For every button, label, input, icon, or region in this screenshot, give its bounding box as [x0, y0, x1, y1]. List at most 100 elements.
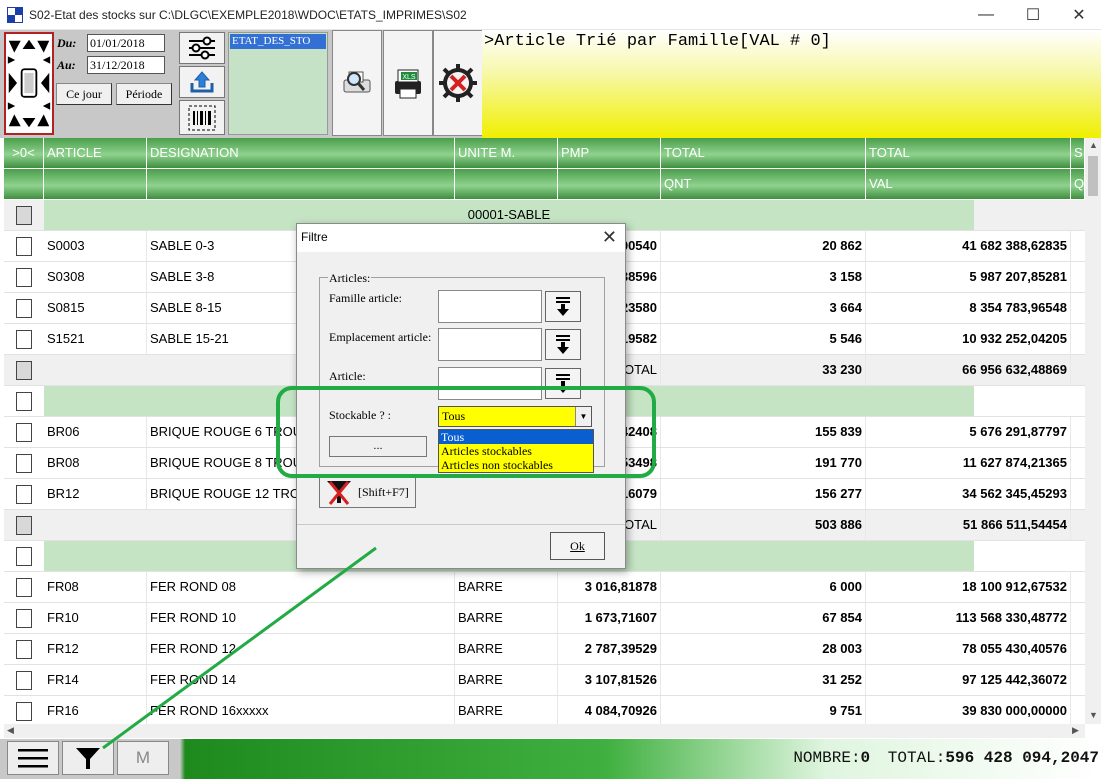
stockable-option[interactable]: Articles non stockables: [439, 458, 593, 472]
article-picker-button[interactable]: [545, 368, 581, 399]
title-bar: S02-Etat des stocks sur C:\DLGC\EXEMPLE2…: [0, 0, 1101, 30]
scroll-down-icon[interactable]: ▼: [1089, 710, 1098, 720]
hamburger-menu-icon: [18, 749, 48, 768]
clear-filter-button[interactable]: [Shift+F7]: [319, 476, 416, 508]
print-preview-button[interactable]: [332, 30, 382, 136]
cell-pmp: 4 084,70926: [558, 696, 661, 724]
header-s[interactable]: S: [1071, 138, 1085, 168]
close-window-button[interactable]: ✕: [1056, 0, 1101, 30]
vertical-scroll-thumb[interactable]: [1088, 156, 1098, 196]
report-list-selected-item[interactable]: ETAT_DES_STO: [230, 34, 326, 49]
date-range: Du: 01/01/2018 Au: 31/12/2018 Ce jour Pé…: [55, 32, 175, 135]
row-checkbox[interactable]: [16, 330, 32, 349]
row-checkbox[interactable]: [16, 423, 32, 442]
famille-label: Famille article:: [329, 291, 402, 305]
navigation-arrows-icon: [7, 39, 51, 128]
table-row[interactable]: FR14 FER ROND 14 BARRE 3 107,81526 31 25…: [4, 665, 1085, 696]
print-preview-icon: [343, 71, 371, 93]
stockable-select[interactable]: Tous ▼: [438, 406, 592, 427]
article-input[interactable]: [438, 367, 542, 400]
header-designation[interactable]: DESIGNATION: [147, 138, 455, 168]
horizontal-scrollbar[interactable]: ◀ ▶: [4, 724, 1085, 738]
dialog-close-icon[interactable]: ✕: [602, 227, 617, 248]
report-list[interactable]: ETAT_DES_STO: [228, 32, 328, 135]
cell-qnt: 191 770: [661, 448, 866, 478]
today-button[interactable]: Ce jour: [56, 83, 112, 105]
row-checkbox[interactable]: [16, 578, 32, 597]
cell-designation: FER ROND 16xxxxx: [147, 696, 455, 724]
cell-article: S1521: [44, 324, 147, 354]
header-pmp[interactable]: PMP: [558, 138, 661, 168]
au-label: Au:: [57, 58, 76, 72]
famille-picker-button[interactable]: [545, 291, 581, 322]
row-checkbox[interactable]: [16, 361, 32, 380]
cell-article: S0308: [44, 262, 147, 292]
row-checkbox[interactable]: [16, 268, 32, 287]
au-date-input[interactable]: 31/12/2018: [87, 56, 165, 74]
famille-input[interactable]: [438, 290, 542, 323]
ok-button[interactable]: Ok: [550, 532, 605, 560]
row-checkbox[interactable]: [16, 702, 32, 721]
header-unite[interactable]: UNITE M.: [455, 138, 558, 168]
period-button[interactable]: Période: [116, 83, 172, 105]
table-row[interactable]: FR10 FER ROND 10 BARRE 1 673,71607 67 85…: [4, 603, 1085, 634]
table-row[interactable]: FR12 FER ROND 12 BARRE 2 787,39529 28 00…: [4, 634, 1085, 665]
cell-qnt: 67 854: [661, 603, 866, 633]
cell-article: BR08: [44, 448, 147, 478]
emplacement-picker-button[interactable]: [545, 329, 581, 360]
stockable-option[interactable]: Articles stockables: [439, 444, 593, 458]
subheader-cell: [558, 169, 661, 199]
navigation-pad[interactable]: [4, 32, 54, 135]
stockable-option[interactable]: Tous: [439, 430, 593, 444]
header-total-qnt[interactable]: TOTAL: [661, 138, 866, 168]
cell-article: FR16: [44, 696, 147, 724]
header-total-val[interactable]: TOTAL: [866, 138, 1071, 168]
du-date-input[interactable]: 01/01/2018: [87, 34, 165, 52]
cell-val: 5 676 291,87797: [866, 417, 1071, 447]
list-down-arrow-icon: [556, 334, 570, 354]
vertical-scrollbar[interactable]: ▲ ▼: [1085, 138, 1101, 724]
list-down-arrow-icon: [556, 373, 570, 393]
filter-button[interactable]: [62, 741, 114, 775]
table-row[interactable]: FR16 FER ROND 16xxxxx BARRE 4 084,70926 …: [4, 696, 1085, 724]
row-checkbox[interactable]: [16, 299, 32, 318]
dialog-separator: [297, 524, 625, 525]
scroll-right-icon[interactable]: ▶: [1072, 725, 1079, 736]
header-select-all[interactable]: >0<: [4, 138, 44, 168]
scroll-up-icon[interactable]: ▲: [1089, 140, 1098, 150]
settings-sliders-button[interactable]: [179, 32, 225, 64]
more-options-button[interactable]: ...: [329, 436, 427, 457]
scroll-left-icon[interactable]: ◀: [7, 725, 14, 736]
nombre-value: 0: [860, 749, 871, 767]
row-checkbox[interactable]: [16, 609, 32, 628]
header-article[interactable]: ARTICLE: [44, 138, 147, 168]
chevron-down-icon[interactable]: ▼: [575, 407, 591, 426]
row-checkbox[interactable]: [16, 671, 32, 690]
cell-article: S0003: [44, 231, 147, 261]
row-checkbox[interactable]: [16, 640, 32, 659]
cell-pmp: 1 673,71607: [558, 603, 661, 633]
row-checkbox[interactable]: [16, 547, 32, 566]
maximize-button[interactable]: ☐: [1010, 0, 1056, 30]
subheader-cell: [44, 169, 147, 199]
minimize-button[interactable]: —: [963, 0, 1009, 30]
m-button[interactable]: M: [117, 741, 169, 775]
stockable-label: Stockable ? :: [329, 408, 391, 422]
barcode-button[interactable]: [179, 100, 225, 135]
row-checkbox[interactable]: [16, 454, 32, 473]
cell-val: 10 932 252,04205: [866, 324, 1071, 354]
row-checkbox[interactable]: [16, 392, 32, 411]
exit-button[interactable]: [433, 30, 483, 136]
row-checkbox[interactable]: [16, 485, 32, 504]
cell-article: FR08: [44, 572, 147, 602]
articles-group-label: Articles:: [328, 271, 372, 286]
excel-export-button[interactable]: XLS: [383, 30, 433, 136]
row-checkbox[interactable]: [16, 516, 32, 535]
row-checkbox[interactable]: [16, 206, 32, 225]
emplacement-input[interactable]: [438, 328, 542, 361]
table-row[interactable]: FR08 FER ROND 08 BARRE 3 016,81878 6 000…: [4, 572, 1085, 603]
export-button[interactable]: [179, 66, 225, 98]
filter-dialog: Filtre ✕ Articles: Famille article: Empl…: [296, 223, 626, 569]
row-checkbox[interactable]: [16, 237, 32, 256]
menu-button[interactable]: [7, 741, 59, 775]
